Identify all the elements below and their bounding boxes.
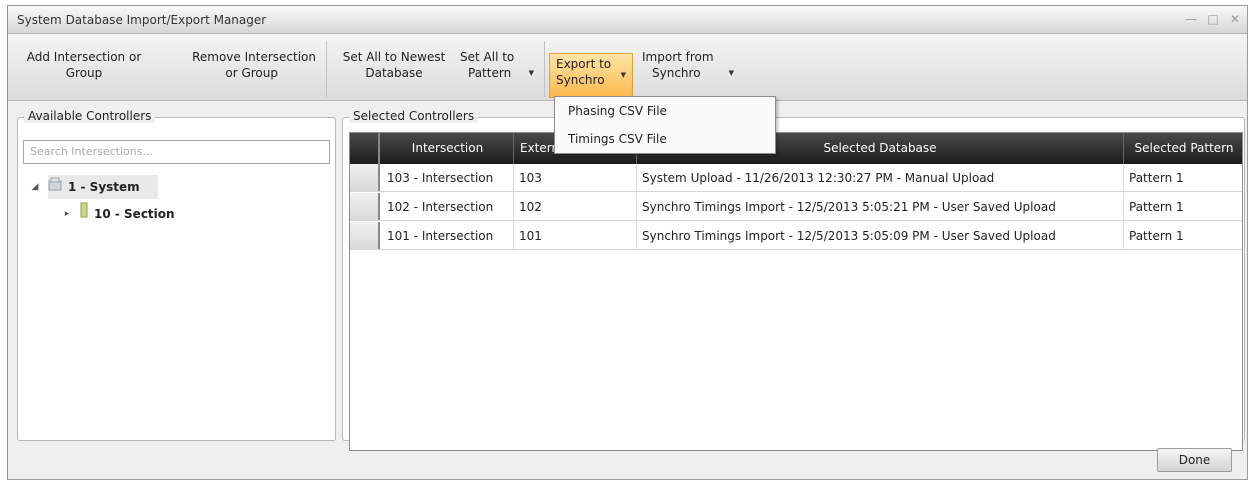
- available-controllers-panel: Available Controllers Search Intersectio…: [17, 109, 336, 441]
- system-icon: [48, 175, 62, 199]
- cell-intersection: 101 - Intersection: [382, 222, 514, 249]
- export-label: Export to: [556, 57, 612, 71]
- cell-intersection: 102 - Intersection: [382, 193, 514, 220]
- export-dropdown-menu: Phasing CSV File Timings CSV File: [554, 96, 776, 154]
- export-to-synchro-button[interactable]: Export to Synchro ▼: [549, 53, 633, 98]
- row-selector[interactable]: [350, 193, 380, 220]
- add-intersection-label-2: Group: [65, 66, 103, 80]
- cell-selected-pattern[interactable]: Pattern 1: [1124, 164, 1244, 191]
- cell-selected-database[interactable]: System Upload - 11/26/2013 12:30:27 PM -…: [637, 164, 1124, 191]
- table-row[interactable]: 101 - Intersection 101 Synchro Timings I…: [350, 222, 1242, 250]
- search-input[interactable]: Search Intersections...: [23, 140, 330, 164]
- import-label-2: Synchro: [652, 66, 701, 80]
- import-label: Import from: [642, 50, 714, 64]
- expand-icon[interactable]: ◢: [28, 175, 42, 199]
- set-all-newest-button[interactable]: Set All to Newest Database: [331, 45, 457, 85]
- toolbar-separator: [544, 41, 545, 97]
- header-select-cell: [350, 133, 380, 164]
- cell-selected-database[interactable]: Synchro Timings Import - 12/5/2013 5:05:…: [637, 193, 1124, 220]
- menu-item-phasing-csv[interactable]: Phasing CSV File: [555, 97, 775, 125]
- tree-node-section[interactable]: ▸ 10 - Section: [65, 202, 200, 226]
- main-window: System Database Import/Export Manager — …: [7, 5, 1248, 480]
- toolbar-separator: [326, 41, 327, 97]
- row-selector[interactable]: [350, 222, 380, 249]
- menu-item-timings-csv[interactable]: Timings CSV File: [555, 125, 775, 153]
- controllers-grid: Intersection External Selected Database …: [349, 132, 1243, 451]
- cell-selected-pattern[interactable]: Pattern 1: [1124, 222, 1244, 249]
- selected-controllers-panel: Selected Controllers Intersection Extern…: [342, 109, 1245, 451]
- row-selector[interactable]: [350, 164, 380, 191]
- expand-icon[interactable]: ▸: [60, 202, 74, 226]
- remove-intersection-label: Remove Intersection: [192, 50, 316, 64]
- set-newest-label: Set All to Newest: [342, 50, 446, 64]
- dropdown-arrow-icon: ▼: [728, 69, 734, 77]
- dropdown-arrow-icon: ▼: [620, 71, 626, 79]
- tree-node-system[interactable]: ◢ 1 - System: [32, 175, 158, 199]
- set-pattern-label-2: Pattern: [468, 66, 512, 80]
- tree-label: 1 - System: [68, 180, 140, 194]
- maximize-icon[interactable]: □: [1207, 12, 1219, 26]
- set-newest-label-2: Database: [365, 66, 423, 80]
- cell-external: 101: [514, 222, 637, 249]
- tree-label: 10 - Section: [94, 207, 175, 221]
- toolbar: Add Intersection or Group Remove Interse…: [8, 35, 1247, 101]
- cell-external: 103: [514, 164, 637, 191]
- section-icon: [80, 202, 88, 226]
- export-label-2: Synchro: [556, 73, 605, 87]
- window-title: System Database Import/Export Manager: [17, 13, 267, 27]
- available-controllers-label: Available Controllers: [24, 109, 156, 123]
- title-bar[interactable]: System Database Import/Export Manager — …: [8, 6, 1247, 34]
- dropdown-arrow-icon: ▼: [528, 69, 534, 77]
- cell-external: 102: [514, 193, 637, 220]
- table-row[interactable]: 103 - Intersection 103 System Upload - 1…: [350, 164, 1242, 192]
- remove-intersection-button[interactable]: Remove Intersection or Group: [170, 45, 318, 85]
- column-header-intersection[interactable]: Intersection: [382, 133, 514, 164]
- minimize-icon[interactable]: —: [1185, 12, 1197, 26]
- done-button[interactable]: Done: [1157, 448, 1232, 472]
- cell-selected-database[interactable]: Synchro Timings Import - 12/5/2013 5:05:…: [637, 222, 1124, 249]
- column-header-selected-pattern[interactable]: Selected Pattern: [1124, 133, 1244, 164]
- table-row[interactable]: 102 - Intersection 102 Synchro Timings I…: [350, 193, 1242, 221]
- cell-intersection: 103 - Intersection: [382, 164, 514, 191]
- import-from-synchro-button[interactable]: Import from Synchro ▼: [638, 45, 736, 85]
- remove-intersection-label-2: or Group: [225, 66, 278, 80]
- set-all-pattern-button[interactable]: Set All to Pattern ▼: [456, 45, 536, 85]
- set-pattern-label: Set All to: [460, 50, 515, 64]
- cell-selected-pattern[interactable]: Pattern 1: [1124, 193, 1244, 220]
- window-controls: — □ ✕: [1185, 12, 1241, 26]
- grid-header: Intersection External Selected Database …: [350, 133, 1242, 164]
- selected-controllers-label: Selected Controllers: [349, 109, 479, 123]
- add-intersection-button[interactable]: Add Intersection or Group: [22, 45, 146, 85]
- add-intersection-label: Add Intersection or: [26, 50, 142, 64]
- close-icon[interactable]: ✕: [1229, 12, 1241, 26]
